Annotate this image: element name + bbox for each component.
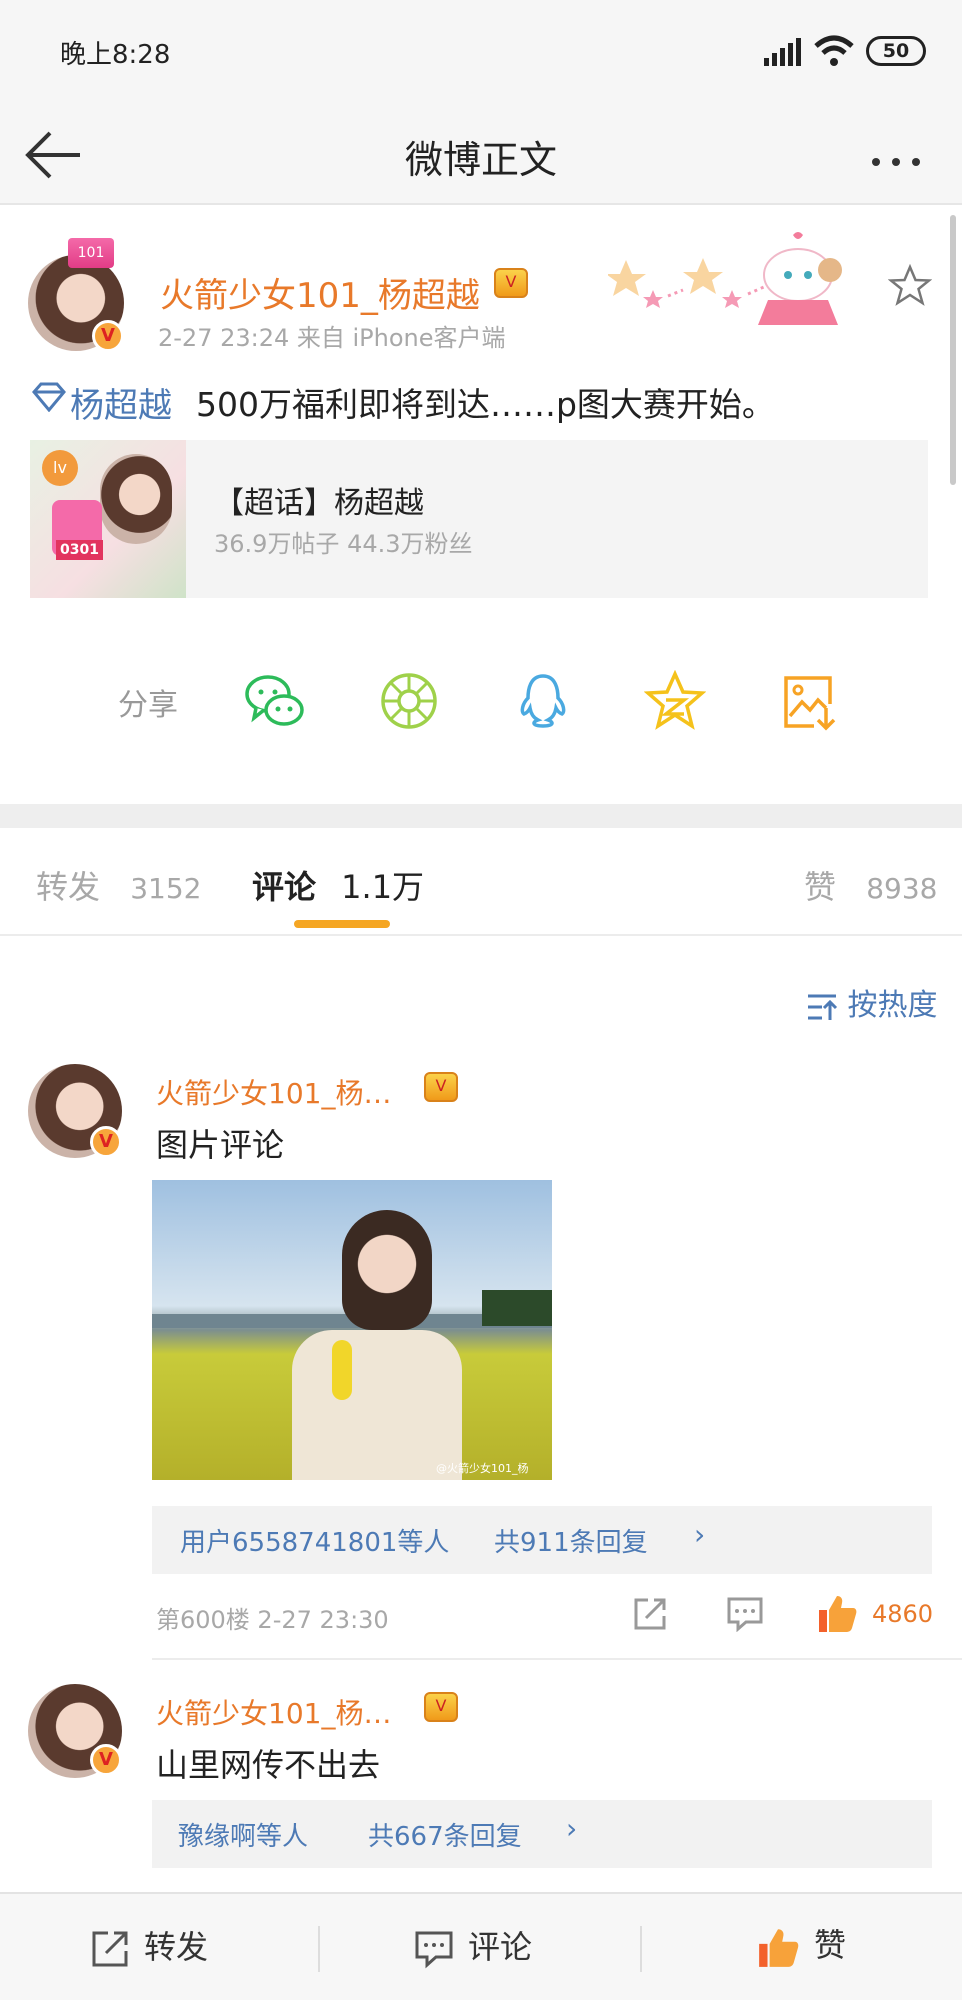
share-label: 分享	[118, 688, 178, 723]
tab-repost-label: 转发	[36, 868, 101, 906]
verified-badge-icon: V	[92, 320, 124, 352]
comment-image[interactable]: @火箭少女101_杨	[152, 1180, 552, 1480]
post-tabs: 转发 3152 评论 1.1万 赞 8938	[0, 828, 962, 936]
section-separator	[0, 804, 962, 828]
vip-crown-icon: V	[494, 268, 528, 298]
comment-like-count: 4860	[872, 1600, 934, 1628]
comment-text: 图片评论	[156, 1126, 285, 1164]
bottom-comment-label: 评论	[468, 1928, 533, 1966]
reply-summary[interactable]: 用户6558741801等人 共911条回复 ›	[152, 1506, 932, 1574]
comment-text: 山里网传不出去	[156, 1746, 381, 1784]
tab-comments-label: 评论	[252, 868, 317, 906]
moments-icon[interactable]	[378, 670, 440, 732]
tab-comments[interactable]: 评论 1.1万	[252, 862, 424, 908]
card-decoration-icon	[608, 232, 842, 325]
comment-floor-meta: 第600楼 2-27 23:30	[156, 1606, 389, 1634]
sort-label: 按热度	[847, 988, 938, 1023]
repost-icon	[92, 1931, 128, 1967]
comment-divider	[152, 1658, 962, 1660]
comment-author[interactable]: 火箭少女101_杨…	[156, 1692, 391, 1732]
post-meta: 2-27 23:24 来自 iPhone客户端	[158, 324, 506, 352]
repost-comment-icon[interactable]	[632, 1596, 668, 1632]
comment-icon	[415, 1931, 453, 1969]
image-watermark: @火箭少女101_杨	[436, 1462, 529, 1475]
supertopic-badge: 0301	[56, 540, 103, 560]
bottom-action-bar: 转发 评论 赞	[0, 1892, 962, 2000]
bottom-repost-button[interactable]: 转发	[90, 1922, 208, 1969]
crown-decoration-icon: 101	[68, 238, 114, 268]
post-text: 500万福利即将到达……p图大赛开始。	[196, 385, 775, 424]
chevron-right-icon: ›	[694, 1518, 706, 1551]
favorite-star-icon[interactable]	[888, 264, 932, 308]
wechat-icon[interactable]	[244, 670, 306, 732]
supertopic-stats: 36.9万帖子 44.3万粉丝	[214, 530, 473, 558]
tab-comments-count: 1.1万	[341, 868, 425, 906]
supertopic-title: 【超话】杨超越	[214, 486, 424, 521]
reply-comment-icon[interactable]	[726, 1596, 764, 1632]
wifi-icon	[814, 35, 854, 66]
reply-count: 共911条回复	[494, 1528, 648, 1558]
post-author-name[interactable]: 火箭少女101_杨超越	[160, 268, 480, 317]
reply-summary[interactable]: 豫缘啊等人 共667条回复 ›	[152, 1800, 932, 1868]
bottom-divider	[318, 1926, 320, 1972]
tab-likes-label: 赞	[804, 868, 837, 906]
active-tab-underline	[294, 920, 390, 928]
bottom-repost-label: 转发	[144, 1928, 209, 1966]
qzone-icon[interactable]	[644, 670, 706, 732]
reply-users: 用户6558741801等人	[180, 1528, 450, 1558]
tab-likes-count: 8938	[866, 872, 938, 905]
page-title: 微博正文	[404, 138, 557, 182]
vip-crown-icon: V	[424, 1072, 458, 1102]
bottom-like-button[interactable]: 赞	[756, 1920, 846, 1969]
bottom-comment-button[interactable]: 评论	[414, 1922, 532, 1969]
sort-button[interactable]: 按热度	[806, 980, 938, 1024]
tab-likes[interactable]: 赞 8938	[804, 862, 937, 908]
save-image-icon[interactable]	[778, 670, 840, 732]
signal-icon	[764, 38, 801, 66]
vip-crown-icon: V	[424, 1692, 458, 1722]
topic-link[interactable]: 杨超越	[70, 378, 172, 427]
qq-icon[interactable]	[512, 670, 574, 732]
bottom-like-label: 赞	[814, 1926, 847, 1964]
thumbs-up-icon[interactable]	[816, 1592, 858, 1634]
supertopic-card[interactable]: lv 0301 【超话】杨超越 36.9万帖子 44.3万粉丝	[30, 440, 928, 598]
scrollbar[interactable]	[950, 215, 956, 485]
bottom-divider	[640, 1926, 642, 1972]
nav-bar: 微博正文	[0, 105, 962, 205]
reply-users: 豫缘啊等人	[178, 1822, 309, 1852]
comment-author[interactable]: 火箭少女101_杨…	[156, 1072, 391, 1112]
sort-icon	[808, 994, 838, 1020]
battery-indicator: 50	[866, 36, 926, 66]
status-bar: 晚上8:28 50	[0, 0, 962, 105]
supertopic-diamond-icon	[32, 382, 66, 412]
tab-repost[interactable]: 转发 3152	[36, 862, 201, 908]
verified-badge-icon: V	[90, 1126, 122, 1158]
status-time: 晚上8:28	[60, 40, 171, 70]
thumbs-up-icon	[759, 1929, 799, 1967]
supertopic-cover-image: lv 0301	[30, 440, 186, 598]
verified-badge-icon: V	[90, 1744, 122, 1776]
chevron-right-icon: ›	[566, 1812, 578, 1845]
more-icon[interactable]	[872, 151, 942, 166]
reply-count: 共667条回复	[368, 1822, 522, 1852]
tab-repost-count: 3152	[130, 872, 202, 905]
